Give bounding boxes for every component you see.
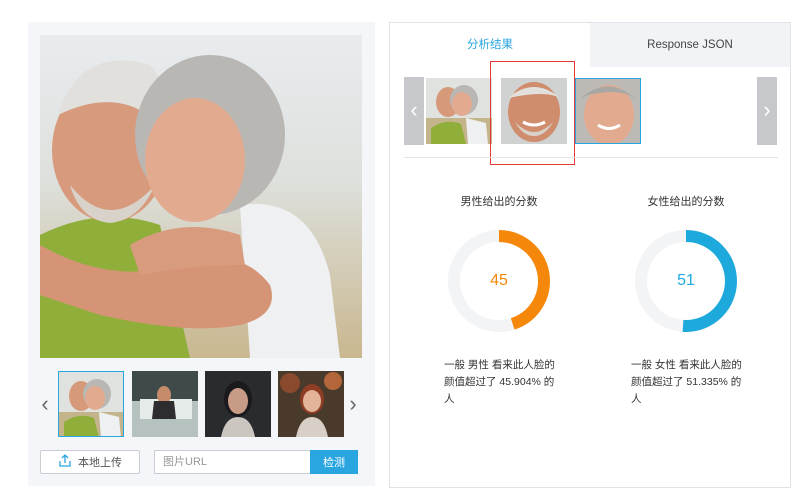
divider — [404, 157, 778, 158]
female-score-value: 51 — [677, 272, 695, 289]
male-score-description: 一般 男性 看来此人脸的颜值超过了 45.904% 的人 — [444, 359, 555, 405]
thumbnail-4[interactable] — [278, 371, 344, 437]
male-score-donut: 45 — [445, 227, 553, 335]
female-score-description: 一般 女性 看来此人脸的颜值超过了 51.335% 的人 — [631, 359, 742, 405]
thumb-next-arrow-icon[interactable]: › — [346, 391, 360, 419]
upload-bar: 本地上传 检测 — [40, 450, 362, 474]
thumb-prev-arrow-icon[interactable]: ‹ — [38, 391, 52, 419]
thumbnail-1[interactable] — [58, 371, 124, 437]
face-thumb-full[interactable] — [426, 78, 492, 144]
tab-analysis-result[interactable]: 分析结果 — [390, 23, 590, 67]
upload-icon — [58, 453, 72, 471]
image-url-input[interactable] — [154, 450, 310, 474]
detect-button[interactable]: 检测 — [310, 450, 358, 474]
male-score-value: 45 — [490, 272, 508, 289]
female-score-donut: 51 — [632, 227, 740, 335]
results-panel: 分析结果 Response JSON ‹ › 男性给出的分数 45 一般 男性 … — [389, 22, 791, 488]
thumbnail-strip: ‹ › — [28, 371, 375, 439]
male-score-title: 男性给出的分数 — [460, 196, 538, 208]
tab-response-json[interactable]: Response JSON — [590, 23, 790, 67]
female-score-block: 女性给出的分数 51 一般 女性 看来此人脸的颜值超过了 51.335% 的人 — [621, 193, 751, 405]
female-score-title: 女性给出的分数 — [647, 196, 725, 208]
image-input-panel: ‹ › 本地上传 图片URL 检测 — [28, 22, 375, 486]
face-thumb-man[interactable] — [501, 78, 567, 144]
face-thumb-woman[interactable] — [575, 78, 641, 144]
detected-faces-strip: ‹ › — [404, 76, 779, 146]
result-tabs: 分析结果 Response JSON — [390, 23, 790, 67]
thumbnail-3[interactable] — [205, 371, 271, 437]
local-upload-button[interactable]: 本地上传 — [40, 450, 140, 474]
male-score-block: 男性给出的分数 45 一般 男性 看来此人脸的颜值超过了 45.904% 的人 — [434, 193, 564, 405]
faces-next-arrow-icon[interactable]: › — [757, 77, 777, 145]
main-photo — [40, 35, 362, 358]
local-upload-label: 本地上传 — [78, 457, 122, 469]
faces-prev-arrow-icon[interactable]: ‹ — [404, 77, 424, 145]
thumbnail-2[interactable] — [132, 371, 198, 437]
